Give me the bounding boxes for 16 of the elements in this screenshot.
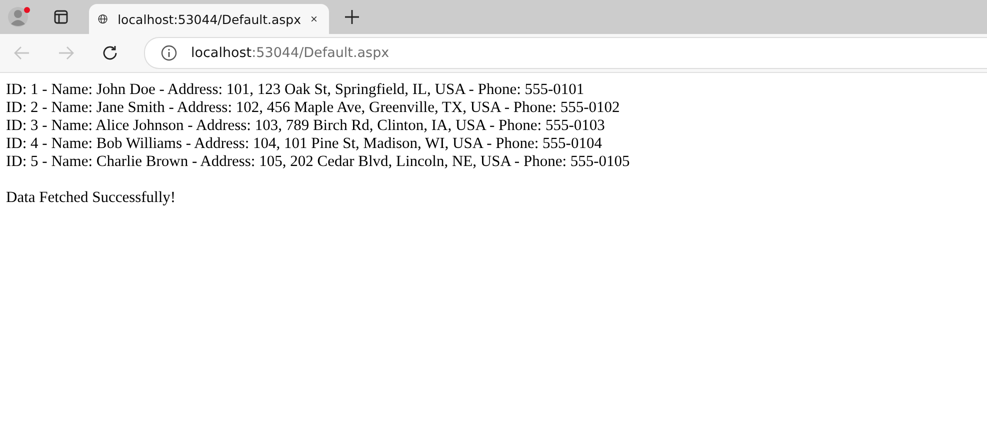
record-line: ID: 1 - Name: John Doe - Address: 101, 123 Oak St, Springfield, IL, USA - Phone: 555-0101 [6,81,586,99]
url-text: localhost:53044/Default.aspx [191,45,390,61]
reload-icon[interactable] [102,45,118,61]
status-message: Data Fetched Successfully! [6,189,177,207]
address-bar[interactable]: localhost:53044/Default.aspx [144,37,987,69]
record-line: ID: 3 - Name: Alice Johnson - Address: 103, 789 Birch Rd, Clinton, IA, USA - Phone: 555-0103 [6,117,606,135]
tab-actions-icon[interactable] [54,10,68,24]
info-icon[interactable] [161,45,177,61]
close-icon[interactable] [311,14,317,24]
record-line: ID: 5 - Name: Charlie Brown - Address: 105, 202 Cedar Blvd, Lincoln, NE, USA - Phone: 555-0105 [6,153,631,171]
record-line: ID: 4 - Name: Bob Williams - Address: 104, 101 Pine St, Madison, WI, USA - Phone: 555-0104 [6,135,603,153]
profile-icon[interactable] [6,6,32,28]
tab-title: localhost:53044/Default.aspx [118,12,302,26]
new-tab-icon[interactable] [345,10,359,24]
record-line: ID: 2 - Name: Jane Smith - Address: 102, 456 Maple Ave, Greenville, TX, USA - Phone: 555-0102 [6,99,621,117]
browser-tab[interactable]: localhost:53044/Default.aspx [89,4,329,34]
